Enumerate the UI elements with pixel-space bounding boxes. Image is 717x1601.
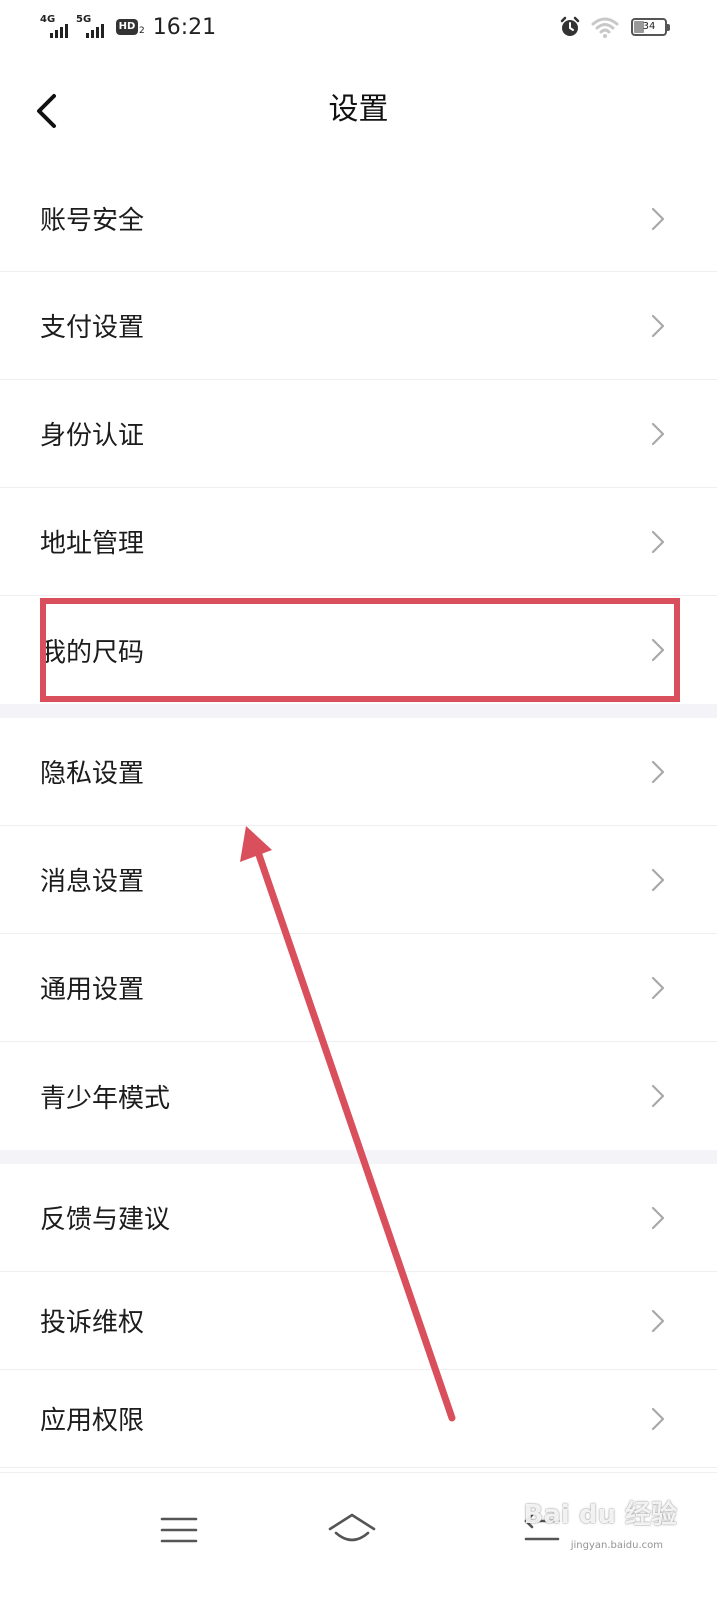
settings-row-feedback[interactable]: 反馈与建议 bbox=[0, 1164, 717, 1272]
chevron-right-icon bbox=[651, 976, 665, 999]
status-right: 34 bbox=[559, 13, 670, 41]
system-nav-bar bbox=[0, 1472, 717, 1601]
settings-row-label: 消息设置 bbox=[40, 867, 145, 897]
signal-bars-icon bbox=[50, 24, 70, 38]
home-button[interactable] bbox=[322, 1503, 382, 1553]
group-divider bbox=[0, 704, 717, 718]
settings-row-general[interactable]: 通用设置 bbox=[0, 934, 717, 1042]
wifi-icon bbox=[591, 17, 619, 38]
settings-row-notifications[interactable]: 消息设置 bbox=[0, 826, 717, 934]
menu-icon bbox=[160, 1517, 198, 1543]
chevron-right-icon bbox=[651, 638, 665, 662]
settings-row-label: 青少年模式 bbox=[40, 1083, 171, 1114]
settings-row-label: 身份认证 bbox=[40, 421, 145, 451]
chevron-right-icon bbox=[651, 314, 665, 337]
settings-row-address[interactable]: 地址管理 bbox=[0, 488, 717, 596]
settings-row-complaints[interactable]: 投诉维权 bbox=[0, 1272, 717, 1370]
home-icon bbox=[328, 1513, 376, 1542]
status-time: 16:21 bbox=[152, 14, 217, 40]
cellular-signal-1: 4G bbox=[40, 12, 72, 42]
chevron-right-icon bbox=[651, 1206, 665, 1229]
settings-row-label: 通用设置 bbox=[40, 975, 145, 1005]
settings-row-identity[interactable]: 身份认证 bbox=[0, 380, 717, 488]
chevron-right-icon bbox=[651, 1407, 665, 1430]
chevron-right-icon bbox=[651, 207, 665, 230]
chevron-right-icon bbox=[651, 868, 665, 891]
group-divider bbox=[0, 1150, 717, 1164]
status-left: 4G 5G HD 2 16:21 bbox=[40, 10, 216, 44]
header: 设置 bbox=[0, 56, 717, 166]
settings-row-account-security[interactable]: 账号安全 bbox=[0, 166, 717, 272]
chevron-right-icon bbox=[651, 422, 665, 445]
settings-row-app-permissions[interactable]: 应用权限 bbox=[0, 1370, 717, 1468]
chevron-right-icon bbox=[651, 760, 665, 783]
chevron-right-icon bbox=[651, 530, 665, 553]
settings-row-label: 应用权限 bbox=[40, 1406, 145, 1436]
settings-row-label: 反馈与建议 bbox=[40, 1205, 171, 1235]
settings-row-label: 我的尺码 bbox=[40, 637, 145, 668]
back-icon bbox=[524, 1513, 560, 1541]
alarm-icon bbox=[560, 16, 580, 36]
settings-row-privacy[interactable]: 隐私设置 bbox=[0, 718, 717, 826]
settings-row-label: 地址管理 bbox=[40, 529, 145, 559]
status-bar: 4G 5G HD 2 16:21 34 bbox=[0, 0, 717, 56]
hd-voice-sub: 2 bbox=[139, 26, 145, 36]
page-title: 设置 bbox=[328, 92, 389, 127]
battery-level: 34 bbox=[642, 21, 656, 32]
settings-row-label: 隐私设置 bbox=[40, 759, 145, 789]
chevron-right-icon bbox=[651, 1084, 665, 1108]
chevron-right-icon bbox=[651, 1309, 665, 1332]
menu-button[interactable] bbox=[150, 1503, 210, 1553]
settings-row-label: 支付设置 bbox=[40, 313, 145, 343]
battery-icon: 34 bbox=[631, 18, 670, 36]
back-nav-button[interactable] bbox=[512, 1503, 572, 1553]
cellular-signal-2: 5G bbox=[76, 12, 108, 42]
settings-row-my-size[interactable]: 我的尺码 bbox=[0, 596, 717, 704]
settings-list: 账号安全 支付设置 身份认证 地址管理 我的尺码 隐私设置 消息设置 通用设置 … bbox=[0, 166, 717, 1468]
settings-row-label: 投诉维权 bbox=[40, 1308, 145, 1338]
signal-bars-icon bbox=[86, 24, 106, 38]
hd-voice-badge: HD bbox=[116, 19, 138, 35]
settings-row-teen-mode[interactable]: 青少年模式 bbox=[0, 1042, 717, 1150]
settings-row-payment[interactable]: 支付设置 bbox=[0, 272, 717, 380]
settings-row-label: 账号安全 bbox=[40, 206, 145, 236]
